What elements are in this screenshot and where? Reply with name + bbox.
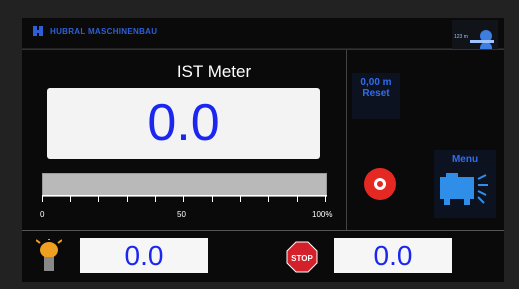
counter-right-value: 0.0 [373, 240, 413, 271]
scale-label-min: 0 [40, 210, 45, 219]
menu-button[interactable]: Menu [434, 150, 496, 218]
reset-label: Reset [362, 88, 390, 99]
scale-label-max: 100% [312, 210, 333, 219]
scale-label-mid: 50 [177, 210, 186, 219]
hmi-screen: HUBRAL MASCHINENBAU 123 m IST Meter 0.0 [0, 0, 519, 289]
brand-name: HUBRAL MASCHINENBAU [50, 26, 158, 36]
scale-tick [325, 196, 326, 202]
brand-logo: HUBRAL MASCHINENBAU [32, 24, 157, 38]
scale-tick [240, 196, 241, 202]
reset-button[interactable]: 0,00 m Reset [352, 73, 400, 119]
scale-tick [183, 196, 184, 202]
scale-tick [98, 196, 99, 202]
main-panel: IST Meter 0.0 0 50 100% 0,00 m Reset Men… [22, 49, 504, 231]
record-stop-button[interactable] [364, 168, 396, 200]
scale-tick [42, 196, 43, 202]
stop-sign-icon[interactable]: STOP [286, 241, 318, 273]
counter-right-display: 0.0 [334, 238, 452, 273]
scale-tick [155, 196, 156, 202]
signal-lamp-icon [36, 239, 62, 271]
scale-tick [70, 196, 71, 202]
header-bar: HUBRAL MASCHINENBAU 123 m [22, 18, 504, 64]
scale-tick [268, 196, 269, 202]
stop-sign-label: STOP [291, 254, 313, 263]
bottom-bar: 0.0 STOP 0.0 [22, 230, 504, 282]
panel-divider [346, 50, 347, 231]
meter-value: 0.0 [147, 94, 220, 152]
meter-value-display: 0.0 [47, 88, 320, 159]
counter-left-value: 0.0 [124, 240, 164, 271]
scale-tick [297, 196, 298, 202]
counter-left-display: 0.0 [80, 238, 208, 273]
machine-icon [440, 173, 488, 205]
progress-scale [42, 195, 327, 206]
menu-label: Menu [451, 154, 479, 165]
reset-value: 0,00 m [360, 77, 392, 88]
scale-tick [127, 196, 128, 202]
scale-tick [212, 196, 213, 202]
page-title: IST Meter [176, 62, 252, 81]
brand-logo-icon [33, 26, 43, 36]
meter-progress-bar [42, 173, 327, 197]
